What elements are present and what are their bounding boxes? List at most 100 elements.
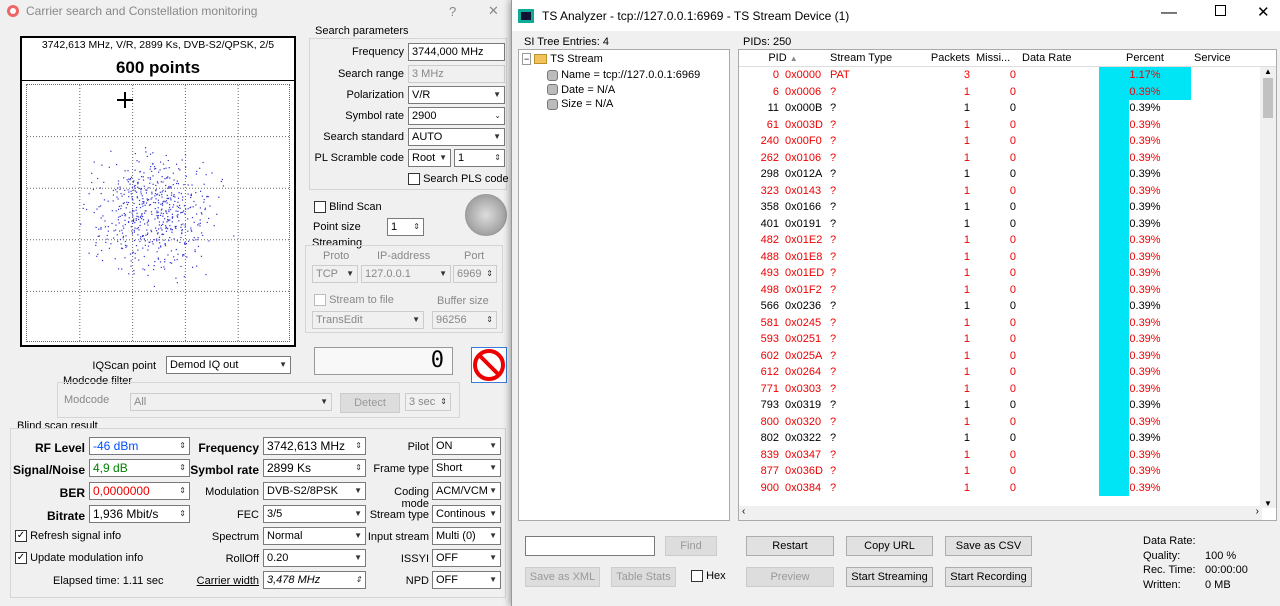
stream-app-select[interactable]: TransEdit ▼ [312,311,424,329]
proto-select[interactable]: TCP ▼ [312,265,358,283]
preview-button[interactable]: Preview [746,567,834,587]
buffer-size-input[interactable]: 96256 ⇕ [432,311,497,329]
table-row[interactable]: 482 0x01E2? 1 0 0.39% [739,232,1276,249]
npd-select[interactable]: OFF ▼ [432,571,501,589]
vertical-scrollbar[interactable]: ▲ ▼ [1260,67,1276,508]
table-row[interactable]: 498 0x01F2? 1 0 0.39% [739,281,1276,298]
col-service[interactable]: Service [1191,50,1251,66]
copy-url-button[interactable]: Copy URL [846,536,933,556]
table-row[interactable]: 61 0x003D? 1 0 0.39% [739,116,1276,133]
pilot-select[interactable]: ON ▼ [432,437,501,455]
detect-seconds-spinner[interactable]: 3 sec ⇕ [405,393,451,411]
satellite-dish-icon[interactable] [465,194,507,236]
col-pid[interactable]: PID ▲ [739,50,827,66]
table-row[interactable]: 612 0x0264? 1 0 0.39% [739,364,1276,381]
table-row[interactable]: 566 0x0236? 1 0 0.39% [739,298,1276,315]
table-row[interactable]: 793 0x0319? 1 0 0.39% [739,397,1276,414]
constellation-point [170,186,172,188]
search-standard-select[interactable]: AUTO ▼ [408,128,505,146]
modcode-select[interactable]: All ▼ [130,393,332,411]
table-row[interactable]: 401 0x0191? 1 0 0.39% [739,215,1276,232]
table-row[interactable]: 593 0x0251? 1 0 0.39% [739,331,1276,348]
tree-item-name[interactable]: Name = tcp://127.0.0.1:6969 [547,68,700,83]
col-percent[interactable]: Percent [1099,50,1191,66]
restart-button[interactable]: Restart [746,536,834,556]
update-modulation-checkbox[interactable]: ✓ Update modulation info [15,552,143,565]
scroll-up-icon[interactable]: ▲ [1260,67,1276,76]
rolloff-select[interactable]: 0.20 ▼ [263,549,366,567]
table-row[interactable]: 771 0x0303? 1 0 0.39% [739,380,1276,397]
table-row[interactable]: 839 0x0347? 1 0 0.39% [739,446,1276,463]
fec-select[interactable]: 3/5 ▼ [263,505,366,523]
scrollbar-thumb[interactable] [1263,78,1273,118]
refresh-signal-checkbox[interactable]: ✓ Refresh signal info [15,530,121,543]
table-row[interactable]: 900 0x0384? 1 0 0.39% [739,479,1276,496]
si-tree[interactable]: − TS Stream Name = tcp://127.0.0.1:6969 … [518,49,730,521]
pid-table[interactable]: PID ▲ Stream Type Packets Missi... Data … [738,49,1277,521]
tree-item-date[interactable]: Date = N/A [547,83,700,98]
table-row[interactable]: 602 0x025A? 1 0 0.39% [739,347,1276,364]
search-pls-checkbox[interactable]: Search PLS code [408,173,509,186]
table-row[interactable]: 262 0x0106? 1 0 0.39% [739,149,1276,166]
ip-select[interactable]: 127.0.0.1 ▼ [361,265,451,283]
input-stream-select[interactable]: Multi (0) ▼ [432,527,501,545]
blind-scan-checkbox[interactable]: Blind Scan [314,201,382,214]
collapse-icon[interactable]: − [522,53,532,65]
col-data-rate[interactable]: Data Rate [1019,50,1099,66]
table-row[interactable]: 488 0x01E8? 1 0 0.39% [739,248,1276,265]
detect-button[interactable]: Detect [340,393,400,413]
stream-type-select[interactable]: Continous ▼ [432,505,501,523]
col-stream-type[interactable]: Stream Type [827,50,909,66]
point-size-spinner[interactable]: 1 ⇕ [387,218,424,236]
start-recording-button[interactable]: Start Recording [945,567,1032,587]
search-range-input[interactable]: 3 MHz [408,65,505,83]
modulation-select[interactable]: DVB-S2/8PSK ▼ [263,482,366,500]
table-row[interactable]: 877 0x036D? 1 0 0.39% [739,463,1276,480]
scroll-down-icon[interactable]: ▼ [1260,499,1276,508]
table-row[interactable]: 358 0x0166? 1 0 0.39% [739,199,1276,216]
hex-checkbox[interactable]: Hex [691,570,726,583]
symbol-rate-combo[interactable]: 2900 ⌄ [408,107,505,125]
tree-item-size[interactable]: Size = N/A [547,97,700,112]
save-xml-button[interactable]: Save as XML [525,567,600,587]
table-row[interactable]: 298 0x012A? 1 0 0.39% [739,166,1276,183]
save-csv-button[interactable]: Save as CSV [945,536,1032,556]
table-row[interactable]: 802 0x0322? 1 0 0.39% [739,430,1276,447]
frequency-input[interactable]: 3744,000 MHz [408,43,505,61]
maximize-icon[interactable] [1215,5,1226,16]
horizontal-scrollbar[interactable]: ‹ › [739,506,1262,520]
port-input[interactable]: 6969 ⇕ [453,265,497,283]
col-missing[interactable]: Missi... [973,50,1019,66]
stop-button[interactable] [471,347,507,383]
table-row[interactable]: 240 0x00F0? 1 0 0.39% [739,133,1276,150]
frame-type-select[interactable]: Short ▼ [432,459,501,477]
iq-scan-select[interactable]: Demod IQ out ▼ [166,356,291,374]
spectrum-select[interactable]: Normal ▼ [263,527,366,545]
table-row[interactable]: 581 0x0245? 1 0 0.39% [739,314,1276,331]
minimize-icon[interactable]: — [1161,4,1177,22]
stream-to-file-checkbox[interactable]: Stream to file [314,294,394,307]
table-row[interactable]: 0 0x0000 PAT 3 0 1.17% [739,67,1276,84]
table-row[interactable]: 323 0x0143? 1 0 0.39% [739,182,1276,199]
carrier-width-link[interactable]: Carrier width [190,575,259,587]
table-row[interactable]: 6 0x0006? 1 0 0.39% [739,83,1276,100]
col-packets[interactable]: Packets [909,50,973,66]
pls-mode-select[interactable]: Root ▼ [408,149,451,167]
scroll-left-icon[interactable]: ‹ [742,506,745,517]
close-icon[interactable]: ✕ [1257,3,1270,21]
polarization-select[interactable]: V/R ▼ [408,86,505,104]
find-button[interactable]: Find [665,536,717,556]
start-streaming-button[interactable]: Start Streaming [846,567,933,587]
scroll-right-icon[interactable]: › [1256,506,1259,517]
table-stats-button[interactable]: Table Stats [611,567,676,587]
find-input[interactable] [525,536,655,556]
tree-root[interactable]: − TS Stream [522,53,603,65]
coding-mode-select[interactable]: ACM/VCM ▼ [432,482,501,500]
table-row[interactable]: 800 0x0320? 1 0 0.39% [739,413,1276,430]
issyi-select[interactable]: OFF ▼ [432,549,501,567]
table-row[interactable]: 493 0x01ED? 1 0 0.39% [739,265,1276,282]
table-row[interactable]: 11 0x000B? 1 0 0.39% [739,100,1276,117]
close-icon[interactable]: ✕ [488,3,499,19]
pls-value-spinner[interactable]: 1 ⇕ [454,149,505,167]
help-button[interactable]: ? [449,4,456,19]
